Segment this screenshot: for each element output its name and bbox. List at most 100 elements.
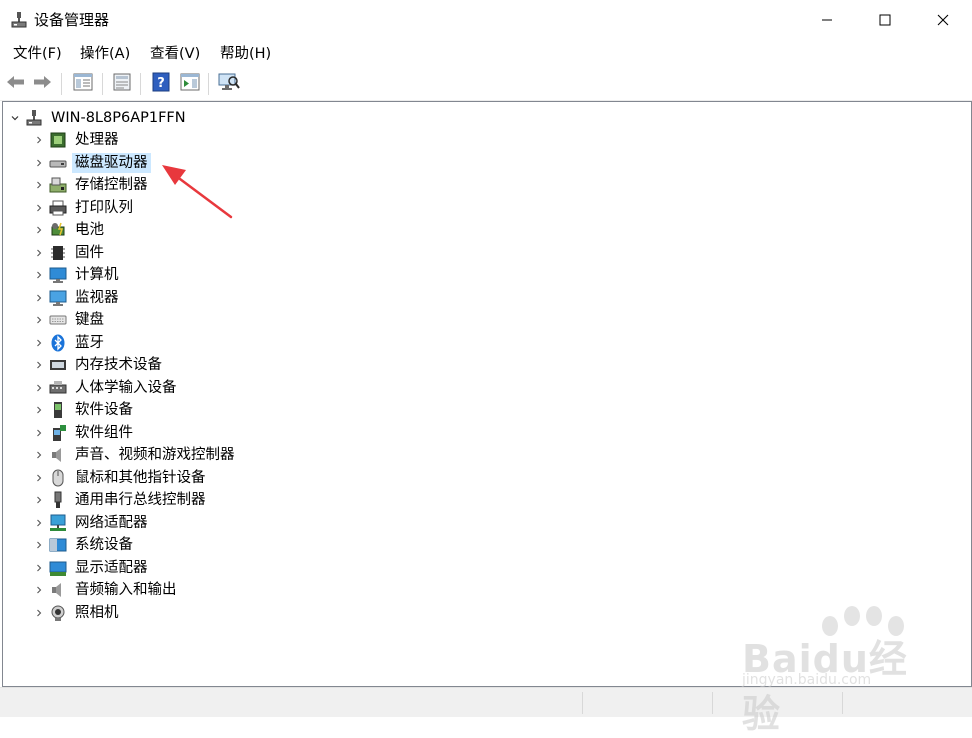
tree-node[interactable]: 音频输入和输出 — [33, 579, 180, 601]
close-button[interactable] — [914, 0, 972, 40]
hid-icon — [49, 379, 67, 397]
tree-node[interactable]: 打印队列 — [33, 197, 136, 219]
tree-node[interactable]: 计算机 — [33, 264, 122, 286]
tree-node[interactable]: 声音、视频和游戏控制器 — [33, 444, 238, 466]
expand-chevron-icon[interactable] — [33, 269, 45, 281]
expand-chevron-icon[interactable] — [33, 157, 45, 169]
expand-chevron-icon[interactable] — [33, 134, 45, 146]
tree-node-label: 通用串行总线控制器 — [75, 492, 206, 508]
tree-node[interactable]: 软件组件 — [33, 422, 136, 444]
tree-node[interactable]: 固件 — [33, 242, 107, 264]
tree-root[interactable]: WIN-8L8P6AP1FFN — [9, 107, 189, 129]
tree-node[interactable]: 网络适配器 — [33, 512, 151, 534]
computer-icon — [49, 266, 67, 284]
tree-node[interactable]: 照相机 — [33, 602, 122, 624]
expand-chevron-icon[interactable] — [33, 404, 45, 416]
expand-chevron-icon[interactable] — [33, 247, 45, 259]
menu-help[interactable]: 帮助(H) — [218, 44, 273, 64]
status-divider — [712, 692, 713, 714]
tree-node[interactable]: 存储控制器 — [33, 174, 151, 196]
expand-chevron-icon[interactable] — [33, 202, 45, 214]
tree-node-label: 鼠标和其他指针设备 — [75, 469, 206, 486]
expand-chevron-icon[interactable] — [33, 449, 45, 461]
window-title: 设备管理器 — [34, 11, 110, 29]
tree-node[interactable]: 通用串行总线控制器 — [33, 489, 209, 511]
tree-node-label: 固件 — [75, 244, 104, 261]
properties-button[interactable] — [111, 73, 133, 95]
battery-icon — [49, 221, 67, 239]
close-icon — [937, 14, 949, 26]
back-button[interactable] — [5, 73, 27, 95]
tree-node[interactable]: 电池 — [33, 219, 107, 241]
action-pane-icon — [180, 73, 200, 95]
tree-node[interactable]: 软件设备 — [33, 399, 136, 421]
scan-hardware-icon — [218, 72, 240, 96]
firmware-icon — [49, 244, 67, 262]
status-divider — [582, 692, 583, 714]
tree-node[interactable]: 鼠标和其他指针设备 — [33, 467, 209, 489]
tree-node-label: 打印队列 — [75, 199, 133, 216]
help-button[interactable]: ? — [150, 72, 172, 96]
tree-root-label: WIN-8L8P6AP1FFN — [51, 110, 186, 126]
toolbar: ? — [0, 68, 972, 101]
tree-node-label: 声音、视频和游戏控制器 — [75, 447, 235, 463]
tree-node-label: 内存技术设备 — [75, 357, 162, 373]
tree-node-label: 电池 — [75, 222, 104, 238]
action-pane-button[interactable] — [179, 73, 201, 95]
tree-node[interactable]: 键盘 — [33, 309, 107, 331]
bluetooth-icon — [49, 334, 67, 352]
display-adapter-icon — [49, 559, 67, 577]
expand-chevron-icon[interactable] — [33, 337, 45, 349]
device-tree[interactable]: WIN-8L8P6AP1FFN 处理器 磁盘驱动器 存储控制器打印队列电池固件计算机… — [2, 101, 972, 687]
menu-action[interactable]: 操作(A) — [78, 44, 132, 64]
tree-node[interactable]: 处理器 — [33, 129, 122, 151]
storage-controller-icon — [49, 176, 67, 194]
scan-hardware-button[interactable] — [218, 73, 240, 95]
expand-chevron-icon[interactable] — [33, 539, 45, 551]
help-icon: ? — [152, 72, 170, 96]
tree-node-label: 音频输入和输出 — [75, 582, 177, 598]
tree-node[interactable]: 内存技术设备 — [33, 354, 165, 376]
cpu-icon — [49, 131, 67, 149]
show-hide-tree-icon — [73, 73, 93, 95]
tree-node-label: 显示适配器 — [75, 559, 148, 576]
expand-chevron-icon[interactable] — [33, 359, 45, 371]
expand-chevron-icon[interactable] — [33, 472, 45, 484]
tree-node-label: 网络适配器 — [75, 514, 148, 531]
expand-chevron-icon[interactable] — [33, 494, 45, 506]
tree-node[interactable]: 系统设备 — [33, 534, 136, 556]
expand-chevron-icon[interactable] — [33, 179, 45, 191]
expand-chevron-icon[interactable] — [33, 584, 45, 596]
software-component-icon — [49, 424, 67, 442]
sound-icon — [49, 446, 67, 464]
mouse-icon — [49, 469, 67, 487]
toolbar-separator — [208, 73, 209, 95]
tree-node-label: 软件组件 — [75, 424, 133, 441]
tree-node[interactable]: 人体学输入设备 — [33, 377, 180, 399]
menu-file[interactable]: 文件(F) — [11, 44, 64, 64]
tree-node[interactable]: 监视器 — [33, 287, 122, 309]
expand-chevron-icon[interactable] — [33, 224, 45, 236]
show-hide-tree-button[interactable] — [72, 73, 94, 95]
toolbar-separator — [140, 73, 141, 95]
back-arrow-icon — [6, 74, 26, 94]
minimize-button[interactable] — [798, 0, 856, 40]
expand-chevron-icon[interactable] — [33, 562, 45, 574]
menu-view[interactable]: 查看(V) — [148, 44, 202, 64]
expand-chevron-icon[interactable] — [33, 607, 45, 619]
tree-node[interactable]: 蓝牙 — [33, 332, 107, 354]
expand-chevron-icon[interactable] — [33, 314, 45, 326]
forward-button[interactable] — [31, 73, 53, 95]
maximize-button[interactable] — [856, 0, 914, 40]
expand-chevron-icon[interactable] — [33, 517, 45, 529]
toolbar-separator — [61, 73, 62, 95]
menu-bar: 文件(F) 操作(A) 查看(V) 帮助(H) — [0, 40, 972, 68]
expand-chevron-icon[interactable] — [33, 382, 45, 394]
expand-chevron-icon[interactable] — [33, 292, 45, 304]
tree-node[interactable]: 磁盘驱动器 — [33, 152, 151, 174]
watermark-url: jingyan.baidu.com — [742, 672, 872, 688]
tree-node[interactable]: 显示适配器 — [33, 557, 151, 579]
system-device-icon — [49, 536, 67, 554]
collapse-chevron-icon[interactable] — [9, 112, 21, 124]
expand-chevron-icon[interactable] — [33, 427, 45, 439]
